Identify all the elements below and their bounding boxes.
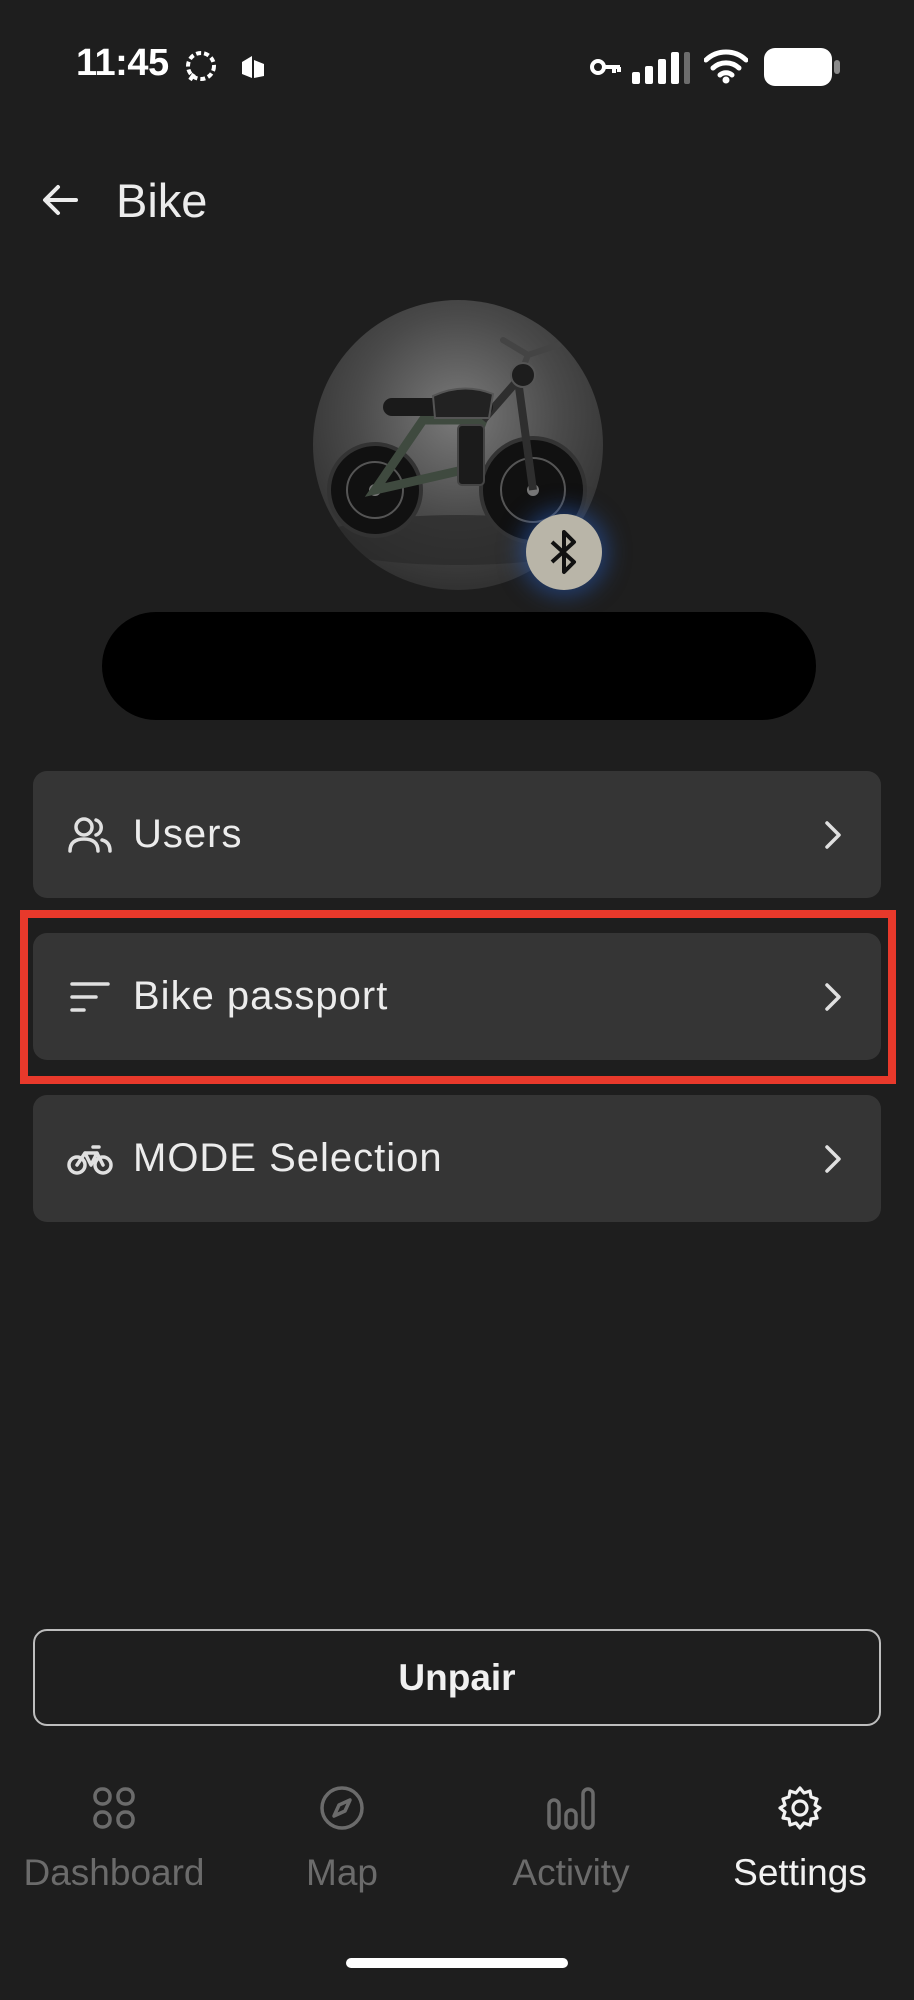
nav-activity[interactable]: Activity [457, 1760, 685, 1910]
status-bar: 11:45 [0, 0, 914, 130]
bottom-nav: Dashboard Map Activity Settings [0, 1760, 914, 1930]
chevron-right-icon [815, 817, 851, 853]
nav-map[interactable]: Map [228, 1760, 456, 1910]
unpair-button[interactable]: Unpair [33, 1629, 881, 1726]
status-time: 11:45 [76, 42, 169, 84]
bluetooth-badge [526, 514, 602, 590]
sort-lines-icon [67, 974, 113, 1020]
menu-item-users[interactable]: Users [33, 771, 881, 898]
vpn-key-icon [590, 59, 621, 75]
arrow-left-icon [43, 185, 78, 215]
nav-label: Dashboard [23, 1852, 205, 1893]
menu-item-mode-selection[interactable]: MODE Selection [33, 1095, 881, 1222]
menu-item-label: Bike passport [133, 974, 389, 1018]
bike-settings-screen: 11:45 Bike Users Bike passport MODE Sele… [0, 0, 914, 2000]
wifi-icon [704, 49, 748, 84]
bluetooth-icon [550, 530, 576, 574]
home-indicator[interactable] [346, 1958, 568, 1968]
chevron-right-icon [815, 979, 851, 1015]
gear-icon [774, 1782, 826, 1834]
users-icon [67, 812, 113, 858]
notification-app-icon [242, 56, 264, 78]
bar-chart-icon [545, 1782, 597, 1834]
nav-label: Settings [733, 1852, 867, 1893]
compass-icon [316, 1782, 368, 1834]
nav-label: Map [306, 1852, 378, 1893]
chat-bubble-icon [186, 51, 216, 82]
nav-label: Activity [512, 1852, 630, 1893]
menu-item-bike-passport[interactable]: Bike passport [33, 933, 881, 1060]
grid-icon [88, 1782, 140, 1834]
menu-item-label: Users [133, 812, 243, 856]
back-button[interactable] [30, 170, 90, 230]
nav-dashboard[interactable]: Dashboard [0, 1760, 228, 1910]
cellular-signal-icon [632, 52, 690, 84]
chevron-right-icon [815, 1141, 851, 1177]
unpair-label: Unpair [398, 1656, 516, 1698]
page-title: Bike [116, 174, 208, 227]
menu-item-label: MODE Selection [133, 1136, 443, 1180]
bicycle-icon [67, 1136, 113, 1182]
bike-name-redacted [102, 612, 816, 720]
battery-icon [764, 48, 840, 86]
nav-settings[interactable]: Settings [686, 1760, 914, 1910]
